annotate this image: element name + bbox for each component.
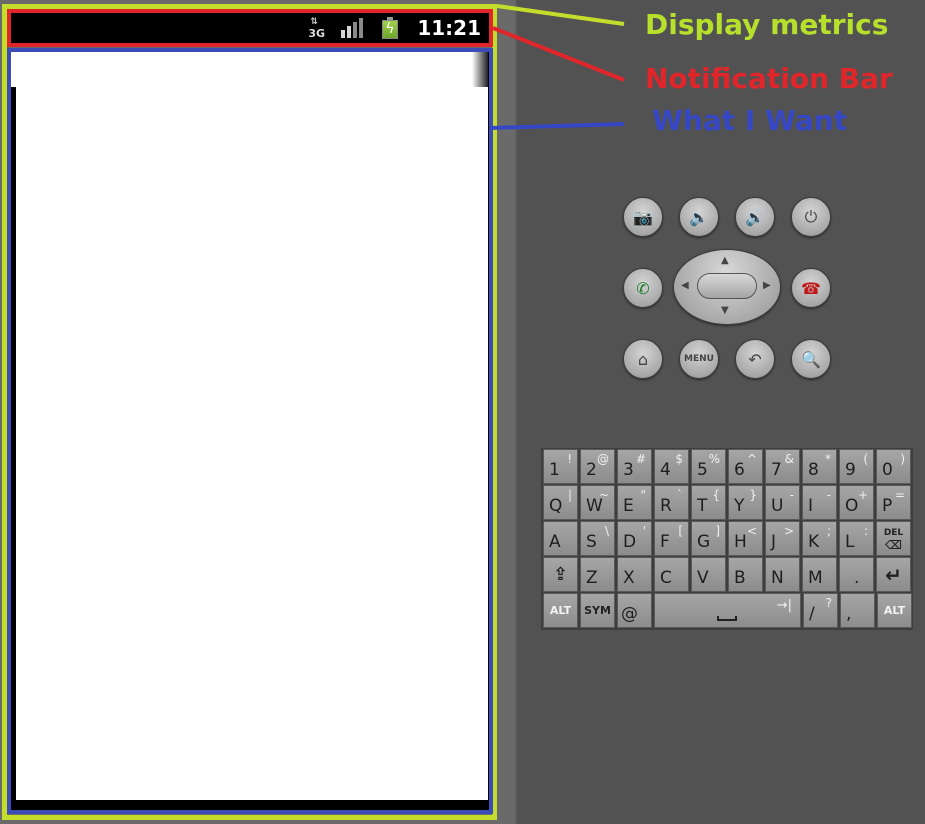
key-4[interactable]: 4 $	[654, 449, 689, 484]
power-button[interactable]: ⏻	[791, 197, 831, 237]
backspace-icon: ⌫	[885, 537, 902, 552]
home-icon: ⌂	[637, 349, 649, 369]
home-button[interactable]: ⌂	[623, 339, 663, 379]
key-g[interactable]: G]	[691, 521, 726, 556]
label-display-metrics: Display metrics	[645, 8, 889, 41]
volume-up-icon: 🔊	[745, 207, 765, 227]
key-k[interactable]: K;	[802, 521, 837, 556]
emulator-window: ⇅ 3G ϟ 11:21 Display metrics Notificatio…	[0, 0, 925, 824]
clock: 11:21	[417, 16, 481, 40]
key-space[interactable]: →|	[654, 593, 801, 628]
key-y[interactable]: Y}	[728, 485, 763, 520]
content-left-edge	[11, 87, 16, 800]
search-icon: 🔍	[801, 349, 821, 369]
key-f[interactable]: F[	[654, 521, 689, 556]
app-content-area	[11, 52, 488, 800]
key-m[interactable]: M	[802, 557, 837, 592]
device-edge	[497, 0, 517, 824]
key-r[interactable]: R `	[654, 485, 689, 520]
key-7[interactable]: 7 &	[765, 449, 800, 484]
key-sym[interactable]: SYM	[580, 593, 615, 628]
volume-down-icon: 🔈	[689, 207, 709, 227]
key-t[interactable]: T{	[691, 485, 726, 520]
back-button[interactable]: ↶	[735, 339, 775, 379]
shift-icon: ⇪	[552, 564, 569, 585]
key-alt-left[interactable]: ALT	[543, 593, 578, 628]
key-u[interactable]: U-	[765, 485, 800, 520]
dpad-down-icon[interactable]: ▼	[721, 305, 729, 316]
key-w[interactable]: W ~	[580, 485, 615, 520]
menu-button[interactable]: MENU	[679, 339, 719, 379]
key-5[interactable]: 5%	[691, 449, 726, 484]
content-gradient-block	[472, 52, 488, 87]
dpad-left-icon[interactable]: ◀	[681, 280, 689, 291]
key-p[interactable]: P =	[876, 485, 911, 520]
key-shift[interactable]: ⇪	[543, 557, 578, 592]
key-2[interactable]: 2 @	[580, 449, 615, 484]
key-enter[interactable]: ↵	[876, 557, 911, 592]
tab-icon: →|	[776, 598, 792, 613]
back-icon: ↶	[748, 349, 762, 369]
key-s[interactable]: S \	[580, 521, 615, 556]
key-c[interactable]: C	[654, 557, 689, 592]
keyboard-row-numbers: 1! 2 @ 3 # 4 $ 5% 6 ^ 7 & 8 * 9( 0)	[543, 449, 912, 484]
camera-button[interactable]: 📷	[623, 197, 663, 237]
keyboard-row-qwerty: Q | W ~ E " R ` T{ Y} U- I- O + P =	[543, 485, 912, 520]
key-at[interactable]: @	[617, 593, 652, 628]
volume-down-button[interactable]: 🔈	[679, 197, 719, 237]
camera-icon: 📷	[633, 207, 653, 227]
call-icon: ✆	[636, 278, 650, 298]
key-l[interactable]: L:	[839, 521, 874, 556]
data-3g-icon: ⇅ 3G	[308, 17, 326, 40]
label-notification-bar: Notification Bar	[645, 62, 893, 95]
volume-up-button[interactable]: 🔊	[735, 197, 775, 237]
dpad-center-button[interactable]	[697, 273, 757, 299]
hardware-keyboard: 1! 2 @ 3 # 4 $ 5% 6 ^ 7 & 8 * 9( 0) Q | W ~ E " R…	[541, 448, 913, 630]
key-n[interactable]: N	[765, 557, 800, 592]
enter-icon: ↵	[885, 562, 902, 587]
dpad-right-icon[interactable]: ▶	[763, 280, 771, 291]
key-del[interactable]: DEL ⌫	[876, 521, 911, 556]
key-3[interactable]: 3 #	[617, 449, 652, 484]
key-o[interactable]: O +	[839, 485, 874, 520]
dpad-up-icon[interactable]: ▲	[721, 255, 729, 266]
key-alt-right[interactable]: ALT	[877, 593, 912, 628]
key-x[interactable]: X	[617, 557, 652, 592]
key-6[interactable]: 6 ^	[728, 449, 763, 484]
key-d[interactable]: D '	[617, 521, 652, 556]
key-comma[interactable]: ,	[840, 593, 875, 628]
battery-charging-icon: ϟ	[381, 17, 399, 39]
keyboard-row-space: ALT SYM @ →| /? , ALT	[543, 593, 912, 628]
key-i[interactable]: I-	[802, 485, 837, 520]
key-z[interactable]: Z	[580, 557, 615, 592]
keyboard-row-home: A S \ D ' F[ G] H < J > K; L: DEL ⌫	[543, 521, 912, 556]
key-e[interactable]: E "	[617, 485, 652, 520]
key-slash[interactable]: /?	[803, 593, 838, 628]
key-v[interactable]: V	[691, 557, 726, 592]
key-h[interactable]: H <	[728, 521, 763, 556]
key-1[interactable]: 1!	[543, 449, 578, 484]
keyboard-row-bottom-letters: ⇪ Z X C V B N M . ↵	[543, 557, 912, 592]
key-9[interactable]: 9(	[839, 449, 874, 484]
power-icon: ⏻	[804, 207, 818, 226]
key-j[interactable]: J >	[765, 521, 800, 556]
key-q[interactable]: Q |	[543, 485, 578, 520]
space-icon	[717, 616, 737, 621]
signal-icon	[341, 18, 364, 38]
end-call-button[interactable]: ☎	[791, 268, 831, 308]
notification-bar: ⇅ 3G ϟ 11:21	[7, 9, 493, 47]
key-period[interactable]: .	[839, 557, 874, 592]
key-0[interactable]: 0)	[876, 449, 911, 484]
call-button[interactable]: ✆	[623, 268, 663, 308]
key-a[interactable]: A	[543, 521, 578, 556]
key-8[interactable]: 8 *	[802, 449, 837, 484]
search-button[interactable]: 🔍	[791, 339, 831, 379]
end-call-icon: ☎	[801, 278, 821, 298]
label-what-i-want: What I Want	[652, 104, 848, 137]
key-b[interactable]: B	[728, 557, 763, 592]
